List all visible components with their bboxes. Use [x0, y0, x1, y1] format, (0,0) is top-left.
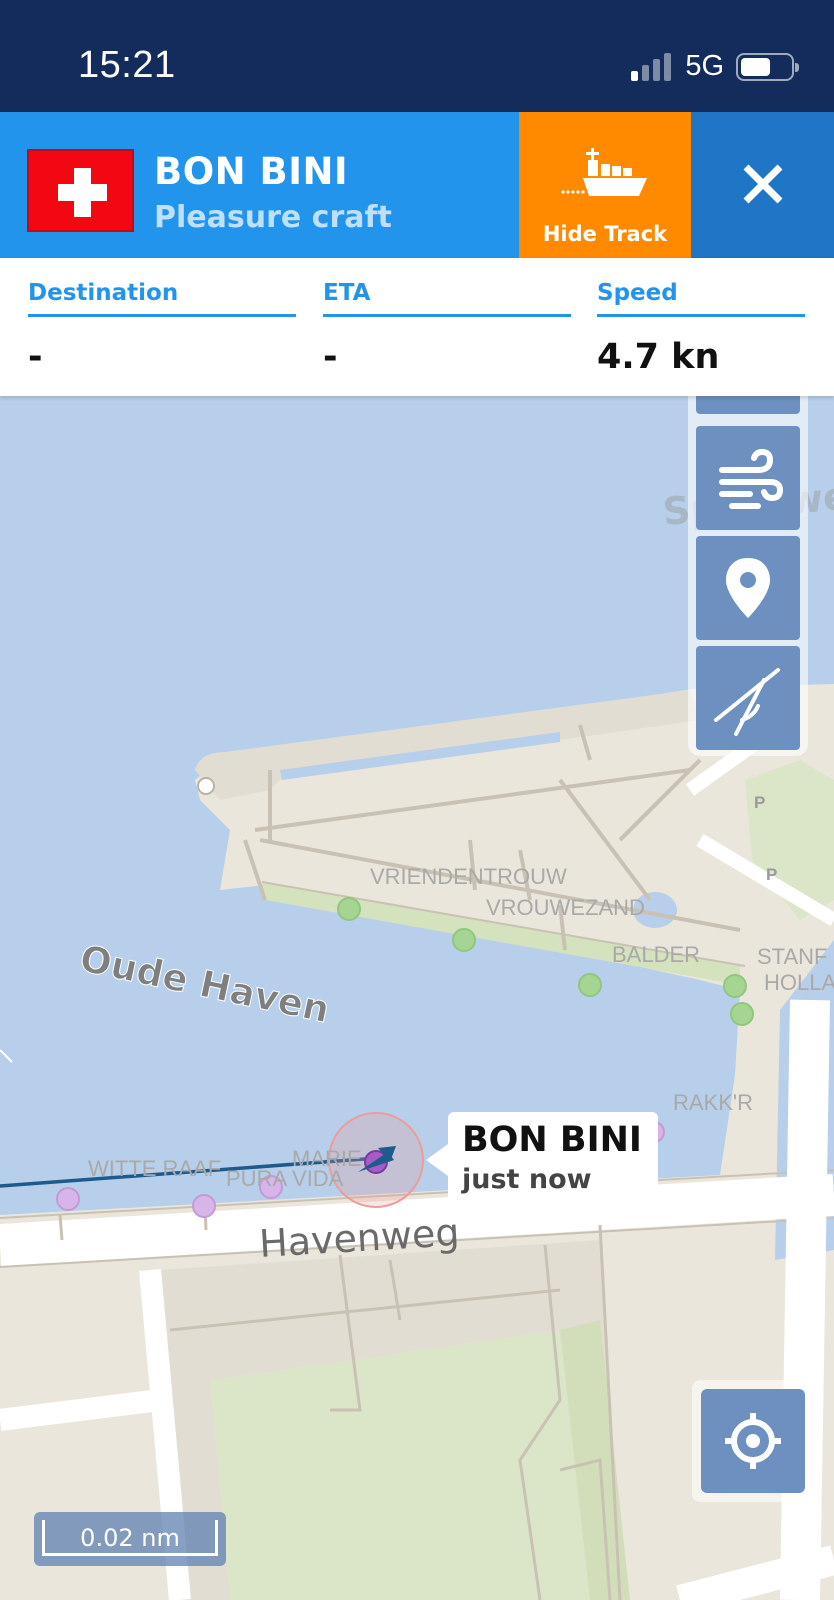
locate-me-button[interactable] — [701, 1389, 805, 1493]
vessel-type: Pleasure craft — [154, 200, 392, 235]
status-bar: 15:21 5G — [0, 0, 834, 112]
place-label: HOLLA — [764, 970, 834, 995]
callout-time: just now — [462, 1164, 592, 1195]
place-label: MARIE — [292, 1146, 362, 1171]
status-indicators: 5G — [631, 50, 799, 83]
parking-label: P — [754, 793, 765, 812]
scale-bar: 0.02 nm — [34, 1512, 226, 1566]
close-button[interactable] — [691, 112, 834, 258]
flag-switzerland-icon — [27, 149, 134, 232]
measure-distance-icon — [714, 668, 780, 736]
destination-label: Destination — [28, 280, 296, 317]
crosshair-icon — [725, 1413, 781, 1469]
place-label: VRIENDENTROUW — [370, 864, 567, 889]
wind-button[interactable] — [696, 426, 800, 530]
place-label: BALDER — [612, 942, 700, 967]
container-ship-icon — [561, 148, 647, 196]
hide-track-button[interactable]: Hide Track — [519, 112, 691, 258]
scale-label: 0.02 nm — [80, 1524, 180, 1552]
battery-icon — [736, 52, 799, 81]
speed-label: Speed — [597, 280, 805, 317]
signal-icon — [631, 52, 672, 81]
location-pin-icon — [726, 558, 770, 618]
status-time: 15:21 — [78, 44, 176, 86]
location-pin-button[interactable] — [696, 536, 800, 640]
place-label: STANF — [757, 944, 827, 969]
place-label: VROUWEZAND — [486, 895, 645, 920]
locate-frame — [692, 1380, 814, 1502]
close-icon — [743, 164, 783, 204]
network-type: 5G — [685, 50, 724, 82]
map-toolbar — [688, 312, 808, 756]
place-label: WITTE RAAF — [88, 1156, 221, 1181]
speed-value: 4.7 kn — [597, 337, 720, 377]
eta-value: - — [323, 337, 338, 377]
vessel-callout[interactable]: BON BINI just now — [426, 1112, 658, 1204]
vessel-name: BON BINI — [154, 150, 349, 193]
eta-label: ETA — [323, 280, 571, 317]
callout-vessel-name: BON BINI — [462, 1120, 642, 1160]
voyage-info-panel: Destination - ETA - Speed 4.7 kn — [0, 258, 834, 396]
wind-icon — [719, 448, 784, 509]
speed-field: Speed 4.7 kn — [597, 280, 805, 377]
parking-label: P — [766, 865, 777, 884]
eta-field: ETA - — [323, 280, 571, 377]
destination-value: - — [28, 337, 43, 377]
vessel-header: BON BINI Pleasure craft Hide Track — [0, 112, 834, 258]
place-label: RAKK'R — [673, 1090, 753, 1115]
destination-field: Destination - — [28, 280, 296, 377]
hide-track-label: Hide Track — [542, 222, 668, 246]
measure-distance-button[interactable] — [696, 646, 800, 750]
